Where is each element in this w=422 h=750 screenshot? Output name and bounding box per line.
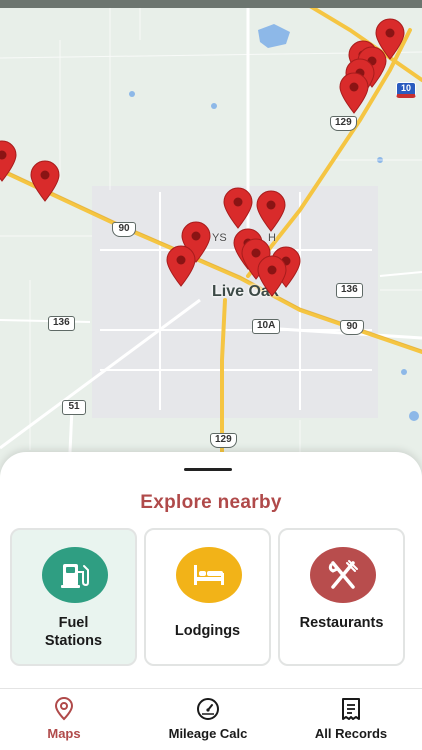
fuel-station-pin[interactable]	[165, 245, 197, 287]
card-label-line: Stations	[44, 633, 103, 649]
map-pin-icon	[52, 697, 76, 721]
nav-item-maps[interactable]: Maps	[20, 689, 108, 750]
receipt-icon	[339, 697, 363, 721]
nav-item-all-records[interactable]: All Records	[298, 689, 404, 750]
fuel-station-pin[interactable]	[0, 140, 18, 182]
fork-knife-icon	[310, 547, 376, 603]
interstate-shield: 10	[396, 82, 417, 98]
card-label: Fuel Stations	[12, 614, 135, 650]
fuel-station-pin[interactable]	[255, 190, 287, 232]
card-label: Lodgings	[174, 623, 241, 639]
sheet-title: Explore nearby	[140, 492, 282, 513]
nav-label: Mileage Calc	[168, 726, 248, 741]
fuel-pump-icon	[42, 547, 108, 603]
card-label-line: Fuel	[58, 615, 89, 631]
fuel-station-pin[interactable]	[29, 160, 61, 202]
sheet-drag-handle[interactable]	[184, 468, 232, 471]
fuel-station-pin[interactable]	[338, 72, 370, 114]
lodgings-card[interactable]: Lodgings	[144, 528, 271, 666]
street-label: YS	[212, 232, 227, 244]
nav-label: Maps	[47, 726, 81, 741]
status-bar	[0, 0, 422, 8]
route-shield: 90	[112, 222, 136, 237]
fuel-station-pin[interactable]	[256, 255, 288, 297]
route-shield: 129	[210, 433, 237, 448]
bottom-nav: Maps Mileage Calc All Records	[0, 688, 422, 750]
route-shield: 10A	[252, 319, 281, 334]
route-shield: 129	[330, 116, 357, 131]
card-label: Restaurants	[299, 615, 384, 631]
fuel-stations-card[interactable]: Fuel Stations	[10, 528, 137, 666]
fuel-station-pin[interactable]	[222, 187, 254, 229]
restaurants-card[interactable]: Restaurants	[278, 528, 405, 666]
route-shield: 136	[336, 283, 363, 298]
route-shield: 136	[48, 316, 75, 331]
route-shield: 90	[340, 320, 364, 335]
nav-label: All Records	[314, 726, 388, 741]
bed-icon	[176, 547, 242, 603]
speedometer-icon	[196, 697, 220, 721]
nav-item-mileage-calc[interactable]: Mileage Calc	[150, 689, 266, 750]
category-cards: Fuel Stations Lodgings Restaurants	[10, 528, 414, 666]
route-shield: 51	[62, 400, 86, 415]
